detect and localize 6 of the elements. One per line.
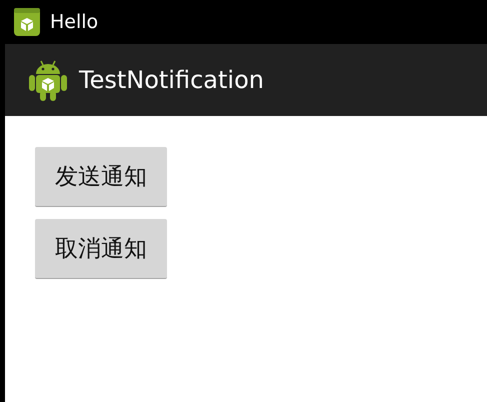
app-icon	[14, 8, 40, 36]
android-robot-icon[interactable]	[29, 59, 67, 101]
notification-button[interactable]: 发送通知	[35, 147, 167, 207]
notification-button[interactable]: 取消通知	[35, 219, 167, 279]
app-title: TestNotification	[79, 66, 264, 94]
status-title: Hello	[50, 11, 98, 33]
